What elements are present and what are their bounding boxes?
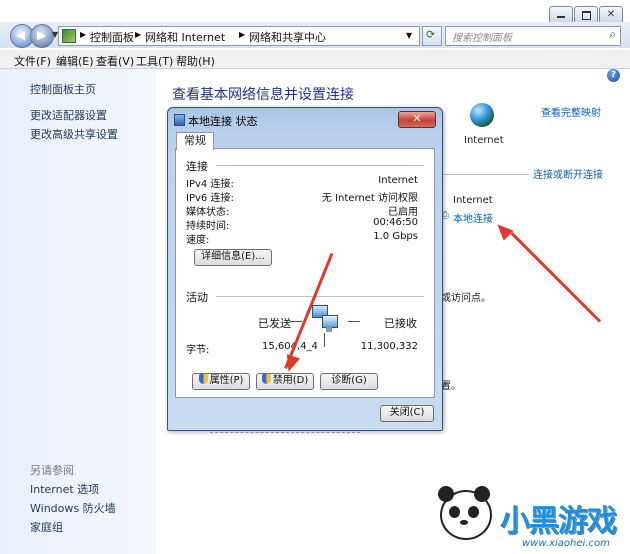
dialog-close-text-button[interactable]: 关闭(C) (380, 405, 434, 422)
refresh-button[interactable]: ⟳ (422, 26, 442, 46)
speed-value: 1.0 Gbps (373, 231, 418, 242)
refresh-icon: ⟳ (426, 28, 436, 41)
menu-edit[interactable]: 编辑(E) (56, 53, 94, 69)
ipv6-value: 无 Internet 访问权限 (321, 193, 418, 204)
speed-label: 速度: (186, 235, 210, 246)
annotation-arrowhead-connection (492, 219, 514, 241)
sidebar-link-control-panel-home[interactable]: 控制面板主页 (30, 81, 96, 97)
activity-group-label: 活动 (186, 291, 208, 304)
see-also-heading: 另请参阅 (30, 464, 74, 477)
properties-button-label: 属性(P) (209, 375, 244, 386)
activity-group-line (216, 296, 424, 297)
ipv4-label: IPv4 连接: (186, 179, 234, 190)
dialog-title: 本地连接 状态 (188, 115, 258, 128)
forward-button[interactable]: ▶ (30, 24, 54, 48)
network-computers-icon (310, 305, 340, 333)
help-icon[interactable]: ? (607, 69, 620, 82)
properties-button[interactable]: 属性(P) (192, 373, 250, 390)
forward-arrow-icon: ▶ (37, 28, 47, 42)
menu-tools[interactable]: 工具(T) (136, 53, 173, 69)
watermark-url: www.xiaohei.com (522, 538, 610, 549)
annotation-arrow-to-connection (510, 232, 602, 323)
search-placeholder: 搜索控制面板 (452, 33, 512, 44)
media-state-label: 媒体状态: (186, 207, 230, 218)
partial-text-access-point: 或访问点。 (441, 293, 491, 304)
dialog-close-button[interactable]: ✕ (398, 111, 436, 128)
media-state-value: 已启用 (388, 207, 418, 218)
breadcrumb-item-network-center[interactable]: 网络和共享中心 (249, 29, 326, 45)
disable-button-label: 禁用(D) (272, 375, 309, 386)
search-input[interactable]: 搜索控制面板 ⌕ (445, 26, 621, 46)
dialog-network-icon (174, 114, 185, 126)
connection-group-label: 连接 (186, 160, 208, 173)
received-label: 已接收 (384, 317, 417, 330)
address-box[interactable]: ▶ 控制面板 ▶ 网络和 Internet ▶ 网络和共享中心 ▼ (58, 26, 420, 46)
maximize-icon (582, 11, 591, 20)
watermark-text: 小黑游戏 (500, 504, 617, 539)
breadcrumb-separator-icon: ▶ (80, 30, 87, 39)
breadcrumb-item-control-panel[interactable]: 控制面板 (90, 29, 134, 45)
close-icon: ✕ (606, 9, 616, 20)
uac-shield-icon (198, 374, 208, 384)
menu-file[interactable]: 文件(F) (14, 53, 51, 69)
tab-page-general: 连接 IPv4 连接: Internet IPv6 连接: 无 Internet… (175, 148, 435, 398)
details-button[interactable]: 详细信息(E)... (194, 249, 272, 266)
internet-globe-icon (470, 103, 494, 127)
internet-label: Internet (464, 135, 504, 146)
see-also-windows-firewall[interactable]: Windows 防火墙 (30, 500, 116, 516)
search-icon[interactable]: ⌕ (609, 27, 616, 42)
watermark-panda-logo (436, 486, 492, 542)
sent-label: 已发送 (258, 317, 291, 330)
duration-label: 持续时间: (186, 221, 230, 232)
sidebar-link-advanced-sharing[interactable]: 更改高级共享设置 (30, 126, 118, 142)
close-icon: ✕ (412, 112, 422, 125)
local-connection-link[interactable]: 本地连接 (453, 210, 493, 225)
see-also-internet-options[interactable]: Internet 选项 (30, 481, 99, 497)
sidebar-link-adapter-settings[interactable]: 更改适配器设置 (30, 107, 107, 123)
view-full-map-link[interactable]: 查看完整映射 (541, 104, 601, 119)
back-arrow-icon: ◀ (16, 28, 26, 42)
page-title: 查看基本网络信息并设置连接 (172, 87, 354, 103)
disable-button[interactable]: 禁用(D) (256, 373, 314, 390)
partial-underline (210, 432, 360, 434)
sent-dash (290, 321, 302, 322)
breadcrumb-separator-icon: ▶ (135, 30, 142, 39)
duration-value: 00:46:50 (373, 217, 418, 228)
uac-shield-icon (261, 374, 271, 384)
see-also-homegroup[interactable]: 家庭组 (30, 519, 63, 535)
address-dropdown-icon[interactable]: ▼ (406, 31, 412, 40)
menu-bar: 文件(F) 编辑(E) 查看(V) 工具(T) 帮助(H) (0, 50, 630, 68)
ipv4-value: Internet (378, 175, 418, 186)
received-dash (348, 321, 360, 322)
connection-group-line (216, 165, 424, 166)
breadcrumb-separator-icon: ▶ (239, 30, 246, 39)
bytes-label: 字节: (186, 345, 210, 356)
connect-disconnect-link[interactable]: 连接或断开连接 (533, 166, 603, 181)
menu-view[interactable]: 查看(V) (96, 53, 134, 69)
bytes-received-value: 11,300,332 (360, 341, 418, 352)
local-connection-status-dialog: 本地连接 状态 ✕ 常规 连接 IPv4 连接: Internet IPv6 连… (167, 107, 443, 431)
breadcrumb-item-network[interactable]: 网络和 Internet (145, 29, 225, 45)
minimize-icon (557, 16, 565, 18)
diagnose-button[interactable]: 诊断(G) (320, 373, 378, 390)
ipv6-label: IPv6 连接: (186, 193, 234, 204)
control-panel-icon (62, 29, 76, 43)
access-type-value: Internet (453, 195, 493, 206)
partial-text-settings: 置。 (441, 381, 461, 392)
menu-help[interactable]: 帮助(H) (176, 53, 215, 69)
tab-general[interactable]: 常规 (176, 132, 214, 150)
map-divider (441, 174, 529, 175)
activity-link-line (324, 333, 325, 347)
